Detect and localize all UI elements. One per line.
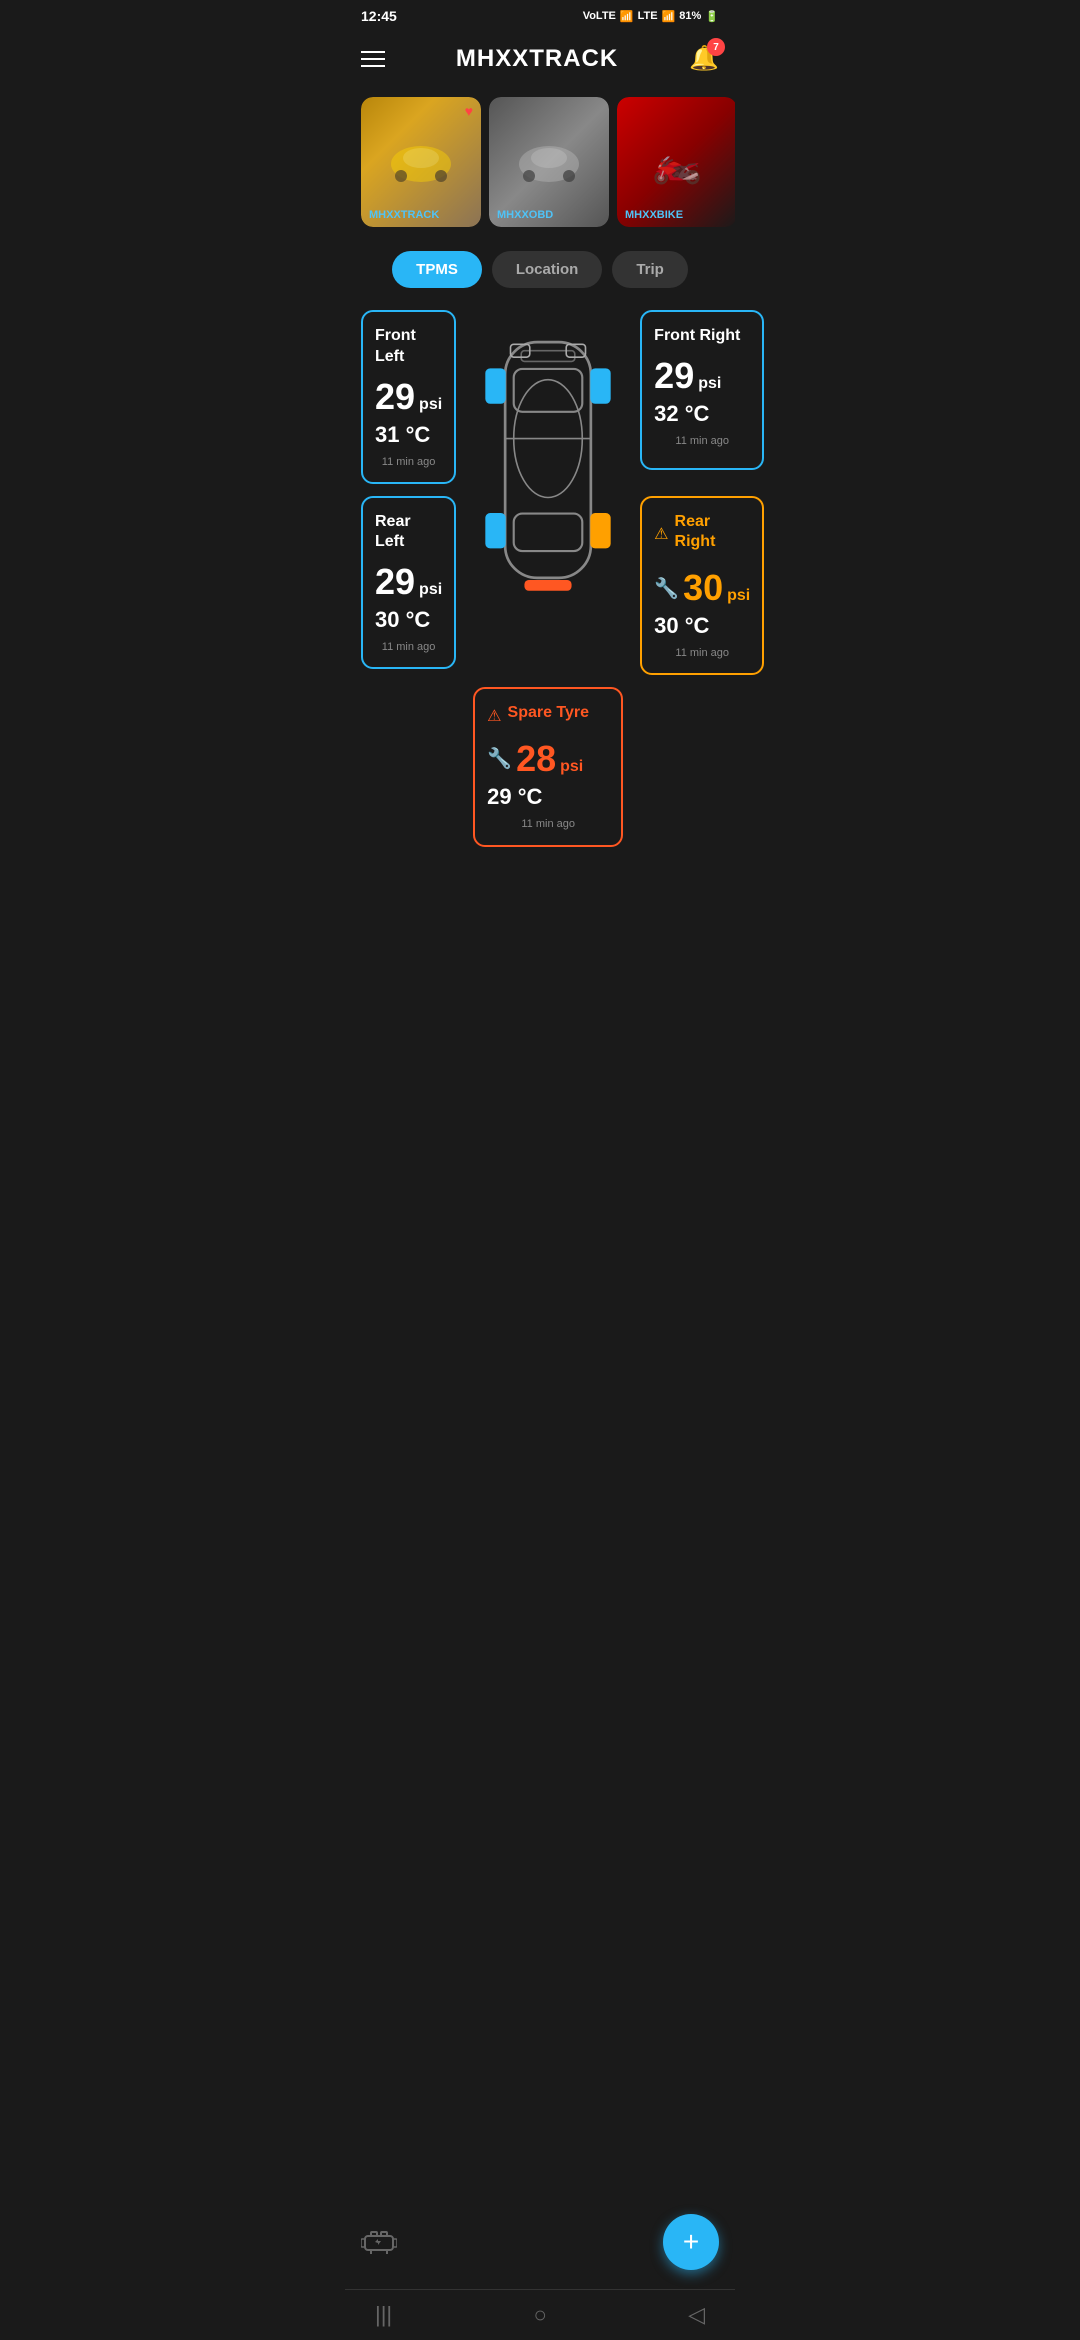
- front-left-pressure: 29 psi: [375, 376, 442, 418]
- battery-symbol: 🔋: [705, 10, 719, 23]
- rear-right-sensor-row: 🔧 30 psi: [654, 567, 750, 613]
- tyre-rear-right[interactable]: ⚠ Rear Right 🔧 30 psi 30 °C 11 min ago: [640, 496, 764, 676]
- front-left-temp: 31 °C: [375, 422, 442, 448]
- notification-badge: 7: [707, 38, 725, 56]
- rear-left-temp: 30 °C: [375, 607, 442, 633]
- menu-button[interactable]: [361, 51, 385, 67]
- battery-icon: 81%: [679, 10, 701, 22]
- front-right-time: 11 min ago: [654, 435, 750, 447]
- tyre-front-right[interactable]: Front Right 29 psi 32 °C 11 min ago: [640, 310, 764, 470]
- rear-left-label: Rear Left: [375, 512, 442, 554]
- car-diagram: [468, 310, 628, 610]
- front-right-pressure: 29 psi: [654, 355, 750, 397]
- engine-icon-button[interactable]: [361, 2224, 397, 2268]
- front-right-pressure-unit: psi: [698, 375, 721, 393]
- tpms-section: Front Left 29 psi 31 °C 11 min ago: [345, 300, 735, 867]
- tyre-rear-left[interactable]: Rear Left 29 psi 30 °C 11 min ago: [361, 496, 456, 670]
- rear-right-pressure-value: 30: [683, 567, 723, 609]
- rear-right-sensor-icon: 🔧: [654, 576, 679, 601]
- vehicle-cards: ♥ MHXXTRACK MHXXOBD 🏍️ MHXXBIKE: [345, 85, 735, 239]
- rear-right-temp: 30 °C: [654, 613, 750, 639]
- tyre-spare[interactable]: ⚠ Spare Tyre 🔧 28 psi 29 °C 11 min ago: [473, 687, 623, 847]
- rear-right-label: Rear Right: [675, 512, 751, 554]
- spare-container: ⚠ Spare Tyre 🔧 28 psi 29 °C 11 min ago: [468, 687, 628, 847]
- tabs: TPMS Location Trip: [345, 239, 735, 300]
- rear-left-pressure: 29 psi: [375, 561, 442, 603]
- vehicle-card-bg-3: 🏍️: [617, 97, 735, 227]
- car-icon-1: [381, 122, 461, 202]
- fab-icon: +: [683, 2226, 699, 2258]
- status-time: 12:45: [361, 8, 397, 24]
- bottom-nav: ||| ○ ◁: [345, 2289, 735, 2340]
- hamburger-line2: [361, 58, 385, 60]
- vehicle-card-mhxxtrack[interactable]: ♥ MHXXTRACK: [361, 97, 481, 227]
- vehicle-card-mhxxbike[interactable]: 🏍️ MHXXBIKE: [617, 97, 735, 227]
- vehicle-card-label-3: MHXXBIKE: [625, 209, 683, 221]
- front-right-label: Front Right: [654, 326, 750, 347]
- tab-tpms[interactable]: TPMS: [392, 251, 482, 288]
- rear-left-pressure-unit: psi: [419, 581, 442, 599]
- car-icon-2: [509, 122, 589, 202]
- rear-left-pressure-value: 29: [375, 561, 415, 603]
- tyre-grid: Front Left 29 psi 31 °C 11 min ago: [361, 310, 719, 847]
- signal-icon: VoLTE: [583, 10, 616, 22]
- rear-right-time: 11 min ago: [654, 647, 750, 659]
- car-top-view-svg: [483, 310, 613, 610]
- tyre-front-left[interactable]: Front Left 29 psi 31 °C 11 min ago: [361, 310, 456, 484]
- spare-pressure: 28 psi: [516, 738, 583, 780]
- engine-svg: [361, 2224, 397, 2260]
- vehicle-card-mhxxobd[interactable]: MHXXOBD: [489, 97, 609, 227]
- favorite-icon: ♥: [465, 103, 473, 119]
- fab-button[interactable]: +: [663, 2214, 719, 2270]
- spare-label: Spare Tyre: [508, 703, 590, 724]
- nav-home-button[interactable]: ○: [533, 2302, 546, 2328]
- bike-icon: 🏍️: [652, 139, 702, 186]
- spare-time: 11 min ago: [487, 818, 609, 830]
- wifi-icon: 📶: [620, 10, 634, 23]
- lte-icon: LTE: [638, 10, 658, 22]
- front-left-pressure-unit: psi: [419, 396, 442, 414]
- hamburger-line3: [361, 65, 385, 67]
- status-icons: VoLTE 📶 LTE 📶 81% 🔋: [583, 10, 719, 23]
- vehicle-card-bg-1: [361, 97, 481, 227]
- vehicle-card-bg-2: [489, 97, 609, 227]
- header: MHXXTRACK 🔔 7: [345, 32, 735, 85]
- spare-sensor-icon: 🔧: [487, 746, 512, 771]
- hamburger-line1: [361, 51, 385, 53]
- tab-location[interactable]: Location: [492, 251, 603, 288]
- notification-button[interactable]: 🔔 7: [689, 44, 719, 73]
- front-right-temp: 32 °C: [654, 401, 750, 427]
- nav-back-button[interactable]: ◁: [688, 2302, 705, 2328]
- spare-temp: 29 °C: [487, 784, 609, 810]
- rear-right-pressure: 30 psi: [683, 567, 750, 609]
- front-right-pressure-value: 29: [654, 355, 694, 397]
- app-title: MHXXTRACK: [456, 45, 618, 73]
- vehicle-card-label-1: MHXXTRACK: [369, 209, 439, 221]
- vehicle-card-label-2: MHXXOBD: [497, 209, 553, 221]
- spare-pressure-value: 28: [516, 738, 556, 780]
- signal2-icon: 📶: [662, 10, 676, 23]
- spare-pressure-unit: psi: [560, 758, 583, 776]
- rear-right-warning-icon: ⚠: [654, 524, 668, 544]
- spare-warning-icon: ⚠: [487, 706, 501, 726]
- tab-trip[interactable]: Trip: [612, 251, 688, 288]
- front-left-time: 11 min ago: [375, 456, 442, 468]
- rear-left-time: 11 min ago: [375, 641, 442, 653]
- status-bar: 12:45 VoLTE 📶 LTE 📶 81% 🔋: [345, 0, 735, 32]
- front-left-pressure-value: 29: [375, 376, 415, 418]
- rear-right-pressure-unit: psi: [727, 587, 750, 605]
- spare-sensor-row: 🔧 28 psi: [487, 738, 609, 784]
- front-left-label: Front Left: [375, 326, 442, 368]
- nav-recent-button[interactable]: |||: [375, 2302, 392, 2328]
